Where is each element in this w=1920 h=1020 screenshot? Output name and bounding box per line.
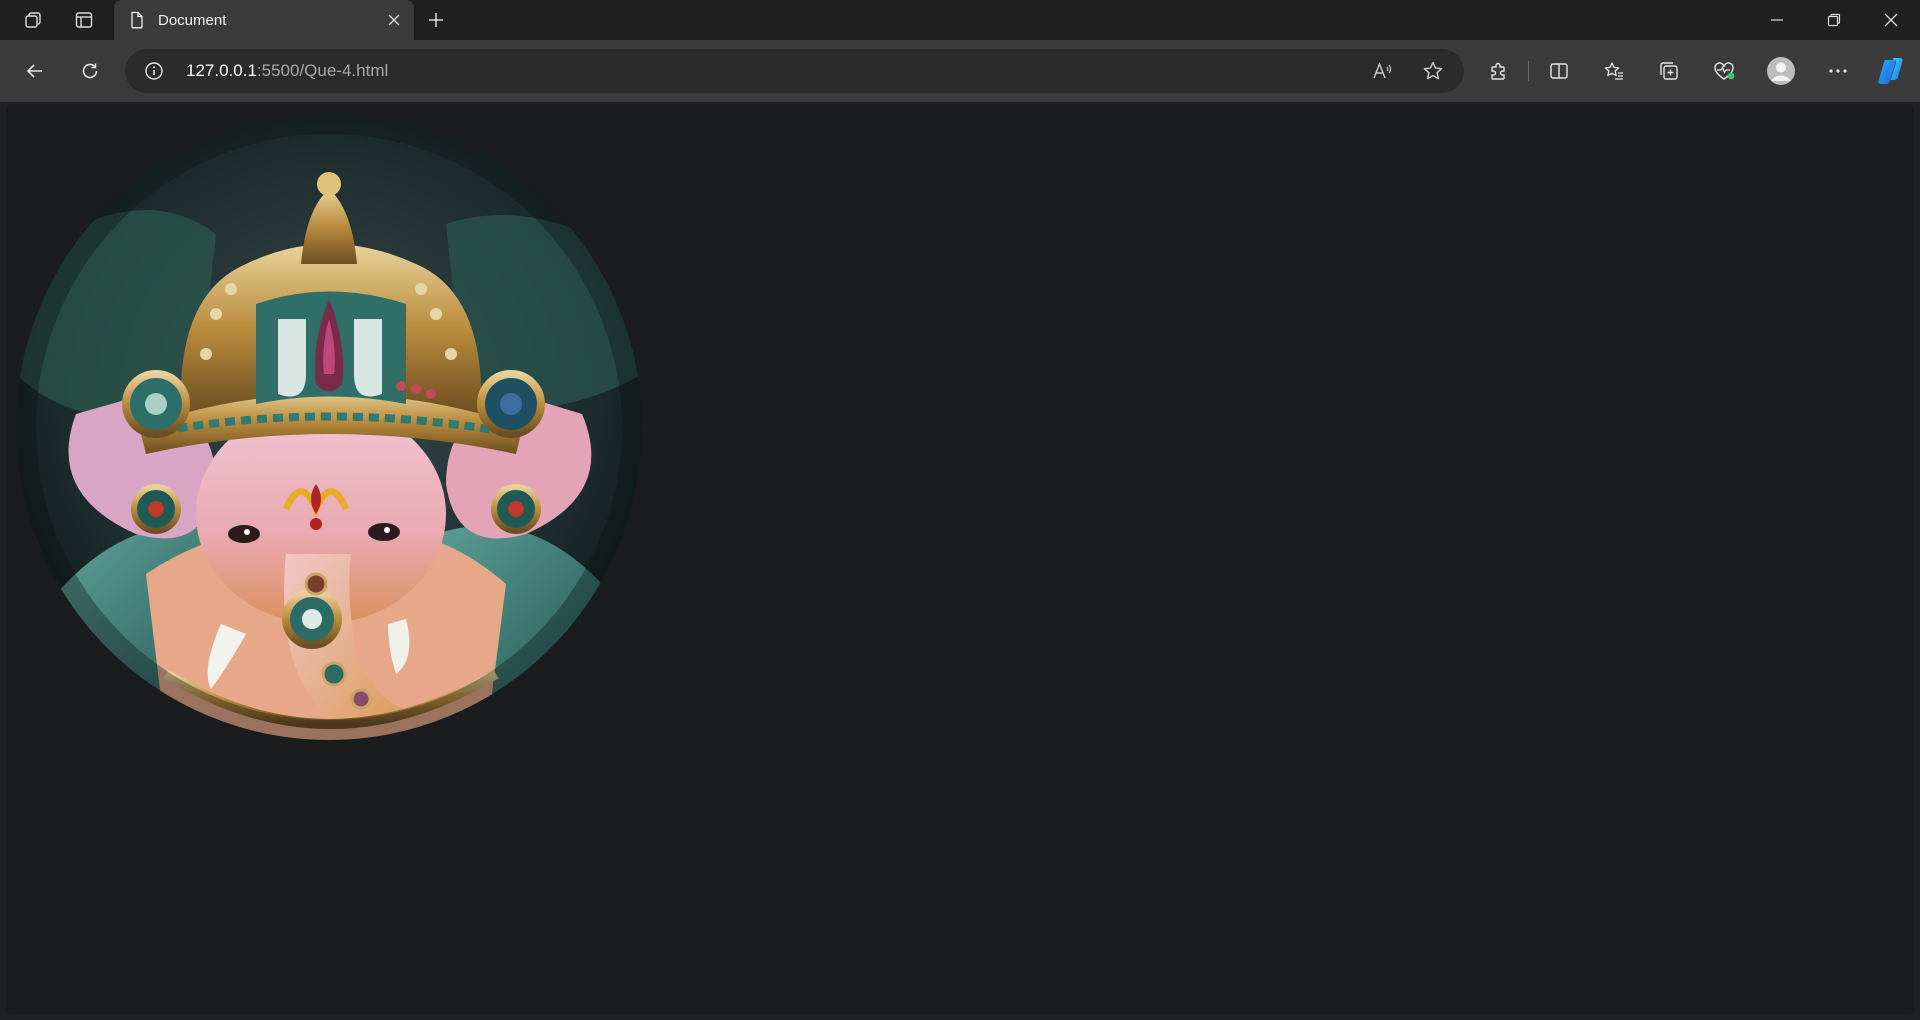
ganesha-image xyxy=(16,114,642,740)
workspaces-icon xyxy=(25,12,41,28)
new-tab-button[interactable] xyxy=(418,0,454,40)
favorites-icon xyxy=(1604,62,1623,80)
close-window-icon xyxy=(1884,13,1898,27)
minimize-icon xyxy=(1771,19,1783,21)
read-aloud-button[interactable] xyxy=(1367,55,1399,87)
split-screen-button[interactable] xyxy=(1541,53,1577,89)
close-icon[interactable] xyxy=(380,6,408,34)
favorite-star-icon xyxy=(1423,61,1443,80)
favorites-button[interactable] xyxy=(1596,53,1632,89)
url-host: 127.0.0.1 xyxy=(186,61,257,80)
more-menu-icon xyxy=(1829,69,1847,73)
profile-button[interactable] xyxy=(1763,53,1799,89)
more-menu-button[interactable] xyxy=(1820,53,1856,89)
split-screen-icon xyxy=(1550,63,1568,79)
restore-button[interactable] xyxy=(1805,0,1863,40)
idol-illustration xyxy=(16,114,642,740)
browser-essentials-button[interactable] xyxy=(1706,53,1742,89)
refresh-button[interactable] xyxy=(70,51,110,91)
close-window-button[interactable] xyxy=(1862,0,1920,40)
minimize-button[interactable] xyxy=(1748,0,1806,40)
page-viewport xyxy=(6,104,1914,1014)
back-arrow-icon xyxy=(26,64,42,78)
plus-icon xyxy=(429,13,443,27)
workspaces-button[interactable] xyxy=(5,0,61,40)
info-icon[interactable] xyxy=(143,60,165,82)
collections-icon xyxy=(1660,62,1678,80)
vertical-tabs-icon xyxy=(75,12,93,28)
page-icon xyxy=(128,11,146,29)
url-text[interactable]: 127.0.0.1:5500/Que-4.html xyxy=(186,61,388,81)
copilot-icon xyxy=(1878,58,1903,84)
read-aloud-icon xyxy=(1373,62,1392,79)
copilot-button[interactable] xyxy=(1874,53,1910,89)
restore-icon xyxy=(1827,13,1841,27)
toolbar: 127.0.0.1:5500/Que-4.html xyxy=(0,40,1920,102)
extensions-button[interactable] xyxy=(1481,53,1517,89)
tab-actions-button[interactable] xyxy=(56,0,112,40)
profile-avatar-icon xyxy=(1767,57,1795,85)
back-button[interactable] xyxy=(15,51,55,91)
tab-title: Document xyxy=(158,11,227,29)
favorite-button[interactable] xyxy=(1417,55,1449,87)
refresh-icon xyxy=(82,63,98,79)
collections-button[interactable] xyxy=(1651,53,1687,89)
toolbar-separator xyxy=(1528,61,1529,81)
tab-document[interactable]: Document xyxy=(114,0,414,40)
extensions-icon xyxy=(1491,62,1505,80)
tab-strip: Document xyxy=(0,0,1920,40)
url-path: :5500/Que-4.html xyxy=(256,61,389,80)
browser-essentials-icon xyxy=(1714,62,1735,80)
address-bar[interactable]: 127.0.0.1:5500/Que-4.html xyxy=(125,49,1464,93)
